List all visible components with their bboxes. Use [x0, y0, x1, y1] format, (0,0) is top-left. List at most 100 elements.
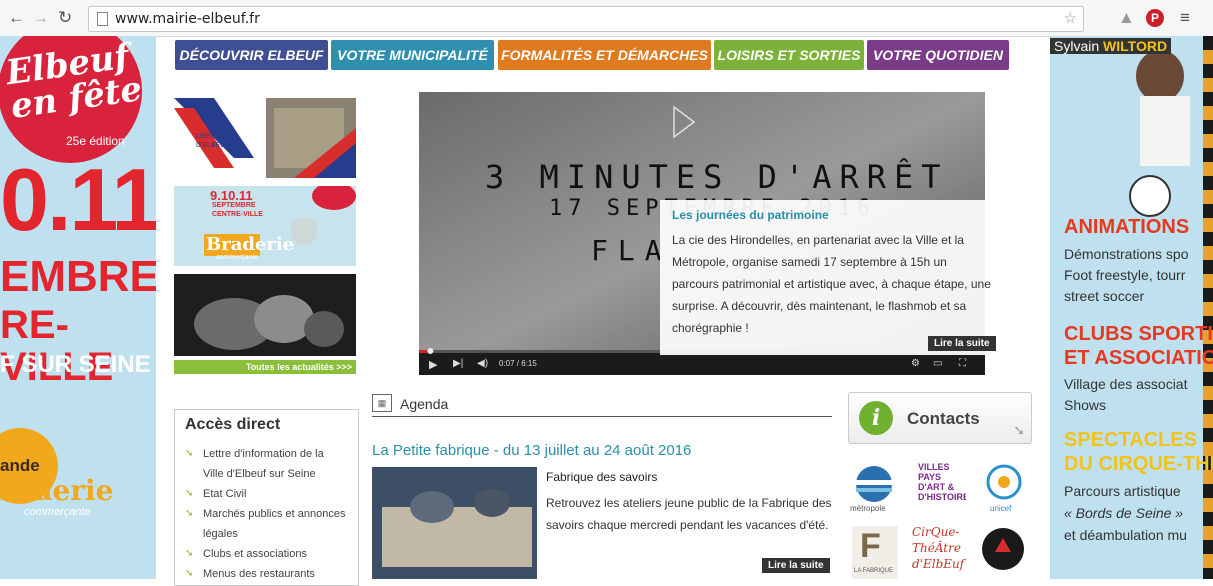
clubs-line-2: ET ASSOCIATIONS	[1064, 347, 1213, 369]
braderie-date: 9.10.11	[210, 188, 253, 203]
agenda-event-image[interactable]	[372, 467, 537, 579]
unicef-label: unicef	[990, 504, 1012, 513]
braderie-place: CENTRE-VILLE	[212, 211, 263, 218]
fabrique-label: LA FABRIQUE	[854, 568, 894, 574]
page-icon	[97, 12, 108, 26]
arrow-bullet-icon: ➘	[185, 568, 194, 579]
acces-item-menus[interactable]: Menus des restaurants	[203, 568, 315, 580]
acces-direct-heading: Accès direct	[185, 416, 281, 433]
settings-icon[interactable]: ⚙	[911, 358, 920, 369]
acces-item-marches-cont[interactable]: légales	[203, 528, 238, 540]
left-ad-seine: F SUR SEINE	[0, 351, 151, 378]
agenda-header: ▦ Agenda	[372, 394, 832, 417]
address-bar[interactable]: www.mairie-elbeuf.fr ☆	[88, 6, 1084, 32]
arrow-bullet-icon: ➘	[185, 508, 194, 519]
captions-icon[interactable]: ▭	[933, 358, 942, 369]
thumb-dance-photo[interactable]	[174, 274, 356, 356]
spectacles-text-1: Parcours artistique	[1064, 483, 1181, 499]
metropole-logo[interactable]: métropole	[848, 464, 904, 518]
forward-arrow-icon[interactable]: →	[32, 8, 49, 28]
right-ad-spectacles: SPECTACLES DU CIRQUE-THÉÂT	[1064, 428, 1213, 476]
tab-votre-quotidien[interactable]: VOTRE QUOTIDIEN	[867, 40, 1009, 70]
agenda-event-text: Retrouvez les ateliers jeune public de l…	[546, 496, 832, 532]
la-fabrique-logo[interactable]: F LA FABRIQUE	[852, 526, 898, 579]
right-ad-animations: ANIMATIONS	[1064, 216, 1190, 238]
unicef-graphic	[986, 464, 1022, 500]
left-ad-grande: ande	[0, 456, 40, 475]
tab-formalites-demarches[interactable]: FORMALITÉS ET DÉMARCHES	[498, 40, 711, 70]
agenda-photo-graphic	[372, 467, 537, 579]
agenda-read-more-button[interactable]: Lire la suite	[762, 558, 830, 573]
reload-icon[interactable]: ↻	[58, 8, 72, 28]
anim-line-1: Démonstrations spo	[1064, 246, 1189, 262]
play-icon[interactable]: ▶	[429, 358, 437, 371]
next-icon[interactable]: ▶|	[453, 358, 463, 369]
thumb-liberation[interactable]: LIBÉRATION D'ELBEUF	[174, 98, 356, 178]
all-news-link[interactable]: Toutes les actualités >>>	[174, 360, 356, 374]
player-photo	[1129, 50, 1190, 217]
agenda-heading: Agenda	[400, 396, 449, 412]
tab-decouvrir-elbeuf[interactable]: DÉCOUVRIR ELBEUF	[175, 40, 328, 70]
news-text: La cie des Hirondelles, en partenariat a…	[672, 233, 991, 335]
cirque-theatre-logo[interactable]: CirQue-ThéÂtre d'ElbEuf	[912, 524, 970, 579]
braderie-sub: commerçante	[216, 254, 259, 261]
anim-line-2: Foot freestyle, tourr	[1064, 267, 1186, 283]
bookmark-star-icon[interactable]: ☆	[1064, 9, 1077, 27]
browser-toolbar: ← → ↻ www.mairie-elbeuf.fr ☆ ▲ P ≡	[0, 0, 1213, 37]
unicef-logo[interactable]: unicef	[978, 462, 1030, 516]
news-read-more-button[interactable]: Lire la suite	[928, 336, 996, 351]
acces-item-marches[interactable]: Marchés publics et annonces	[203, 508, 345, 520]
right-ad-banner[interactable]: Sylvain WILTORD ANIMATIONS Démonstration…	[1050, 36, 1213, 579]
right-ad-anim-text: Démonstrations spo Foot freestyle, tourr…	[1064, 244, 1189, 307]
back-arrow-icon[interactable]: ←	[8, 8, 25, 28]
arrow-bullet-icon: ➘	[185, 488, 194, 499]
agenda-event-subtitle: Fabrique des savoirs	[546, 470, 658, 484]
spectacles-text-2: « Bords de Seine »	[1064, 505, 1184, 521]
thumb-braderie[interactable]: 9.10.11 SEPTEMBRE CENTRE-VILLE Braderie …	[174, 186, 356, 266]
clubs-text-1: Village des associat	[1064, 376, 1188, 392]
metropole-graphic	[856, 466, 892, 502]
agenda-event-title[interactable]: La Petite fabrique - du 13 juillet au 24…	[372, 442, 691, 459]
braderie-word: Braderie	[206, 234, 295, 255]
right-ad-name-main: WILTORD	[1103, 38, 1168, 54]
right-ad-clubs: CLUBS SPORTIFS ET ASSOCIATIONS	[1064, 322, 1213, 370]
braderie-month: SEPTEMBRE	[212, 202, 256, 209]
acces-item-clubs[interactable]: Clubs et associations	[203, 548, 307, 560]
left-ad-braderie: raderie	[0, 474, 114, 507]
acces-item-lettre[interactable]: Lettre d'information de la	[203, 448, 324, 460]
left-ad-banner[interactable]: Elbeuf en fête 25e édition 0.11 EMBRE RE…	[0, 36, 156, 579]
corner-arrow-icon: ➘	[1013, 422, 1025, 438]
fullscreen-icon[interactable]: ⛶	[959, 358, 966, 369]
arrow-bullet-icon: ➘	[185, 548, 194, 559]
acces-item-lettre-cont[interactable]: Ville d'Elbeuf sur Seine	[203, 468, 316, 480]
fabrique-f-mark: F	[860, 527, 881, 565]
clubs-text-2: Shows	[1064, 397, 1107, 413]
spectacles-line-2: DU CIRQUE-THÉÂT	[1064, 453, 1213, 475]
volume-icon[interactable]: ◀)	[477, 358, 488, 369]
left-ad-edition: 25e édition	[66, 134, 125, 148]
extension-icon[interactable]: ▲	[1118, 8, 1135, 28]
arrow-bullet-icon: ➘	[185, 448, 194, 459]
circus-round-logo[interactable]	[982, 528, 1024, 570]
anim-line-3: street soccer	[1064, 288, 1145, 304]
contacts-label: Contacts	[907, 409, 980, 428]
tab-votre-municipalite[interactable]: VOTRE MUNICIPALITÉ	[331, 40, 494, 70]
url-text: www.mairie-elbeuf.fr	[115, 11, 260, 27]
right-ad-clubs-text: Village des associat Shows	[1064, 374, 1187, 416]
acces-item-etat-civil[interactable]: Etat Civil	[203, 488, 246, 500]
right-ad-spectacles-text: Parcours artistique « Bords de Seine » e…	[1064, 480, 1187, 546]
left-ad-date: 0.11	[0, 150, 156, 249]
right-ad-name-prefix: Sylvain	[1054, 38, 1100, 54]
news-overlay: Les journées du patrimoine La cie des Hi…	[660, 200, 1000, 355]
spectacles-text-3: et déambulation mu	[1064, 527, 1187, 543]
contacts-button[interactable]: i Contacts ➘	[848, 392, 1032, 444]
clubs-line-1: CLUBS SPORTIFS	[1064, 323, 1213, 345]
pinterest-icon[interactable]: P	[1146, 9, 1164, 27]
news-title[interactable]: Les journées du patrimoine	[672, 208, 829, 222]
info-icon: i	[859, 401, 893, 435]
menu-icon[interactable]: ≡	[1180, 8, 1190, 28]
right-ad-name: Sylvain WILTORD	[1050, 38, 1172, 54]
villes-art-histoire-logo[interactable]: VILLES PAYS D'ART & D'HISTOIRE	[918, 462, 966, 514]
tab-loisirs-sorties[interactable]: LOISIRS ET SORTIES	[714, 40, 864, 70]
dance-photo-graphic	[174, 274, 356, 356]
